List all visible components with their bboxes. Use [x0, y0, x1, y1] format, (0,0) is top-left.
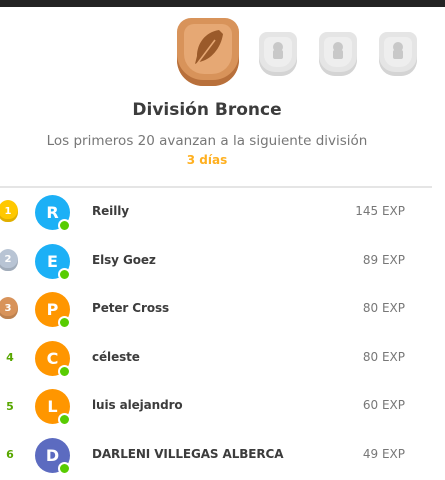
user-name[interactable]: Peter Cross — [92, 301, 169, 315]
online-status-icon — [58, 413, 71, 427]
xp-value: 80 EXP — [362, 349, 405, 364]
top-bar — [0, 0, 445, 7]
online-status-icon — [58, 364, 71, 378]
locked-league-badge[interactable] — [379, 32, 417, 76]
rank-number: 4 — [6, 351, 14, 365]
leaderboard-row[interactable]: 6 D DARLENI VILLEGAS ALBERCA 49 EXP — [0, 431, 445, 480]
xp-value: 80 EXP — [362, 301, 405, 316]
lock-icon — [273, 42, 283, 59]
leaderboard-row[interactable]: 5 Lluis alejandro 60 EXP — [0, 382, 445, 431]
online-status-icon — [58, 267, 71, 281]
user-name[interactable]: Elsy Goez — [92, 253, 156, 267]
rank-number: 5 — [6, 399, 14, 413]
leaderboard-row[interactable]: 3 P Peter Cross 80 EXP — [0, 285, 445, 334]
xp-value: 49 EXP — [362, 446, 405, 461]
xp-value: 145 EXP — [355, 204, 405, 218]
online-status-icon — [58, 219, 71, 232]
user-name[interactable]: Reilly — [92, 204, 129, 218]
xp-value: 89 EXP — [362, 252, 405, 267]
gold-medal-icon: 1 — [0, 200, 18, 222]
leaderboard-list: 1 R Reilly 145 EXP 2 E Elsy Goez 89 EXP 3 P Peter … — [0, 188, 445, 480]
silver-medal-icon: 2 — [0, 248, 18, 271]
user-name[interactable]: luis alejandro — [92, 398, 183, 412]
league-badges — [0, 18, 445, 90]
rank-number: 6 — [6, 448, 14, 462]
division-title: División Bronce — [132, 100, 282, 120]
promotion-info: Los primeros 20 avanzan a la siguiente d… — [46, 133, 368, 149]
locked-league-badge[interactable] — [319, 32, 357, 76]
xp-value: 60 EXP — [362, 398, 405, 413]
feather-icon — [195, 30, 223, 65]
time-remaining: 3 días — [186, 153, 228, 167]
lock-icon — [393, 42, 403, 59]
online-status-icon — [58, 316, 71, 330]
locked-league-badge[interactable] — [259, 32, 297, 76]
leaderboard-row[interactable]: 4 Ccéleste 80 EXP — [0, 334, 445, 383]
user-name[interactable]: céleste — [92, 350, 140, 364]
user-name[interactable]: DARLENI VILLEGAS ALBERCA — [92, 447, 284, 461]
bronze-medal-icon: 3 — [0, 297, 18, 320]
bronze-league-badge[interactable] — [177, 18, 239, 86]
leaderboard-row[interactable]: 1 R Reilly 145 EXP — [0, 188, 445, 237]
online-status-icon — [58, 461, 71, 475]
lock-icon — [333, 42, 343, 59]
leaderboard-row[interactable]: 2 E Elsy Goez 89 EXP — [0, 237, 445, 286]
